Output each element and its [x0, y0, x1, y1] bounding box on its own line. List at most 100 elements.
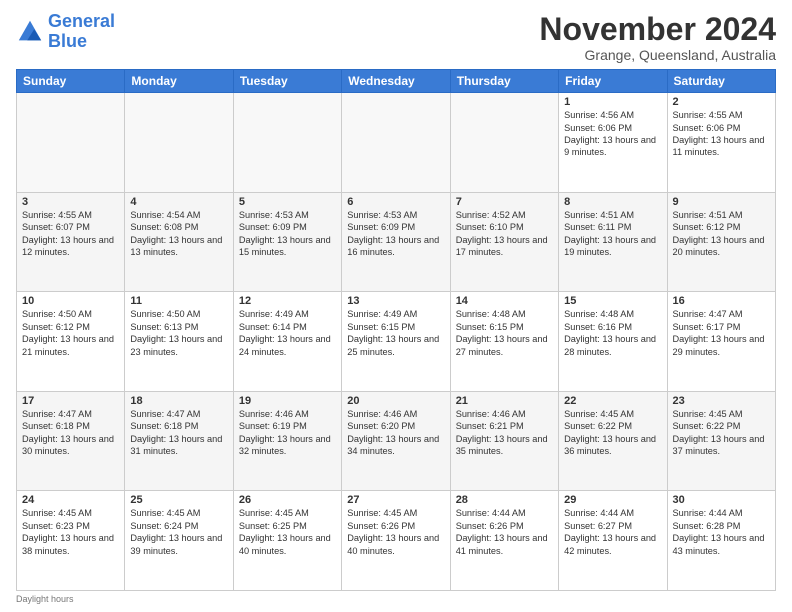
calendar-cell: 30 Sunrise: 4:44 AM Sunset: 6:28 PM Dayl… [667, 491, 775, 591]
sunrise: Sunrise: 4:50 AM [130, 309, 200, 319]
calendar-week-row: 10 Sunrise: 4:50 AM Sunset: 6:12 PM Dayl… [17, 292, 776, 392]
calendar-cell: 10 Sunrise: 4:50 AM Sunset: 6:12 PM Dayl… [17, 292, 125, 392]
day-number: 28 [456, 494, 553, 506]
day-info: Sunrise: 4:47 AM Sunset: 6:18 PM Dayligh… [130, 408, 227, 458]
daylight: Daylight: 13 hours and 37 minutes. [673, 434, 765, 456]
calendar-cell [233, 93, 341, 193]
sunrise: Sunrise: 4:50 AM [22, 309, 92, 319]
day-number: 29 [564, 494, 661, 506]
day-info: Sunrise: 4:52 AM Sunset: 6:10 PM Dayligh… [456, 209, 553, 259]
sunset: Sunset: 6:25 PM [239, 521, 307, 531]
sunrise: Sunrise: 4:53 AM [239, 210, 309, 220]
logo: General Blue [16, 12, 115, 52]
daylight: Daylight: 13 hours and 25 minutes. [347, 334, 439, 356]
daylight: Daylight: 13 hours and 39 minutes. [130, 533, 222, 555]
sunset: Sunset: 6:13 PM [130, 322, 198, 332]
calendar-cell [342, 93, 450, 193]
calendar-cell: 13 Sunrise: 4:49 AM Sunset: 6:15 PM Dayl… [342, 292, 450, 392]
calendar-cell: 21 Sunrise: 4:46 AM Sunset: 6:21 PM Dayl… [450, 391, 558, 491]
sunrise: Sunrise: 4:49 AM [347, 309, 417, 319]
sunrise: Sunrise: 4:44 AM [673, 508, 743, 518]
sunrise: Sunrise: 4:46 AM [456, 409, 526, 419]
daylight: Daylight: 13 hours and 35 minutes. [456, 434, 548, 456]
sunset: Sunset: 6:07 PM [22, 222, 90, 232]
sunrise: Sunrise: 4:49 AM [239, 309, 309, 319]
day-number: 16 [673, 295, 770, 307]
day-number: 13 [347, 295, 444, 307]
day-info: Sunrise: 4:44 AM Sunset: 6:28 PM Dayligh… [673, 507, 770, 557]
day-info: Sunrise: 4:44 AM Sunset: 6:26 PM Dayligh… [456, 507, 553, 557]
sunset: Sunset: 6:22 PM [673, 421, 741, 431]
calendar-table: Sunday Monday Tuesday Wednesday Thursday… [16, 69, 776, 591]
sunset: Sunset: 6:21 PM [456, 421, 524, 431]
sunset: Sunset: 6:20 PM [347, 421, 415, 431]
day-info: Sunrise: 4:45 AM Sunset: 6:22 PM Dayligh… [673, 408, 770, 458]
day-info: Sunrise: 4:44 AM Sunset: 6:27 PM Dayligh… [564, 507, 661, 557]
day-info: Sunrise: 4:54 AM Sunset: 6:08 PM Dayligh… [130, 209, 227, 259]
calendar-week-row: 1 Sunrise: 4:56 AM Sunset: 6:06 PM Dayli… [17, 93, 776, 193]
calendar-cell: 1 Sunrise: 4:56 AM Sunset: 6:06 PM Dayli… [559, 93, 667, 193]
sunrise: Sunrise: 4:51 AM [564, 210, 634, 220]
logo-icon [16, 18, 44, 46]
sunset: Sunset: 6:18 PM [130, 421, 198, 431]
sunset: Sunset: 6:08 PM [130, 222, 198, 232]
day-number: 14 [456, 295, 553, 307]
sunset: Sunset: 6:22 PM [564, 421, 632, 431]
sunset: Sunset: 6:24 PM [130, 521, 198, 531]
sunset: Sunset: 6:15 PM [456, 322, 524, 332]
calendar-cell: 11 Sunrise: 4:50 AM Sunset: 6:13 PM Dayl… [125, 292, 233, 392]
sunrise: Sunrise: 4:56 AM [564, 110, 634, 120]
calendar-header-row: Sunday Monday Tuesday Wednesday Thursday… [17, 70, 776, 93]
sunrise: Sunrise: 4:46 AM [239, 409, 309, 419]
daylight: Daylight: 13 hours and 40 minutes. [239, 533, 331, 555]
calendar-cell: 7 Sunrise: 4:52 AM Sunset: 6:10 PM Dayli… [450, 192, 558, 292]
daylight: Daylight: 13 hours and 20 minutes. [673, 235, 765, 257]
page: General Blue November 2024 Grange, Queen… [0, 0, 792, 612]
calendar-cell: 15 Sunrise: 4:48 AM Sunset: 6:16 PM Dayl… [559, 292, 667, 392]
daylight: Daylight: 13 hours and 16 minutes. [347, 235, 439, 257]
day-number: 11 [130, 295, 227, 307]
calendar-cell: 3 Sunrise: 4:55 AM Sunset: 6:07 PM Dayli… [17, 192, 125, 292]
day-number: 25 [130, 494, 227, 506]
calendar-cell: 4 Sunrise: 4:54 AM Sunset: 6:08 PM Dayli… [125, 192, 233, 292]
calendar-cell: 5 Sunrise: 4:53 AM Sunset: 6:09 PM Dayli… [233, 192, 341, 292]
sunset: Sunset: 6:18 PM [22, 421, 90, 431]
sunrise: Sunrise: 4:45 AM [673, 409, 743, 419]
calendar-cell: 6 Sunrise: 4:53 AM Sunset: 6:09 PM Dayli… [342, 192, 450, 292]
day-info: Sunrise: 4:48 AM Sunset: 6:16 PM Dayligh… [564, 308, 661, 358]
col-friday: Friday [559, 70, 667, 93]
sunset: Sunset: 6:06 PM [673, 123, 741, 133]
sunset: Sunset: 6:28 PM [673, 521, 741, 531]
day-info: Sunrise: 4:46 AM Sunset: 6:21 PM Dayligh… [456, 408, 553, 458]
sunset: Sunset: 6:19 PM [239, 421, 307, 431]
calendar-cell: 20 Sunrise: 4:46 AM Sunset: 6:20 PM Dayl… [342, 391, 450, 491]
day-info: Sunrise: 4:47 AM Sunset: 6:18 PM Dayligh… [22, 408, 119, 458]
main-title: November 2024 [539, 12, 776, 47]
day-info: Sunrise: 4:47 AM Sunset: 6:17 PM Dayligh… [673, 308, 770, 358]
day-info: Sunrise: 4:56 AM Sunset: 6:06 PM Dayligh… [564, 109, 661, 159]
calendar-cell: 18 Sunrise: 4:47 AM Sunset: 6:18 PM Dayl… [125, 391, 233, 491]
sunrise: Sunrise: 4:46 AM [347, 409, 417, 419]
logo-line1: General [48, 11, 115, 31]
daylight: Daylight: 13 hours and 11 minutes. [673, 135, 765, 157]
sunset: Sunset: 6:16 PM [564, 322, 632, 332]
day-info: Sunrise: 4:55 AM Sunset: 6:07 PM Dayligh… [22, 209, 119, 259]
calendar-cell: 22 Sunrise: 4:45 AM Sunset: 6:22 PM Dayl… [559, 391, 667, 491]
calendar-cell [125, 93, 233, 193]
day-number: 30 [673, 494, 770, 506]
sunrise: Sunrise: 4:54 AM [130, 210, 200, 220]
col-sunday: Sunday [17, 70, 125, 93]
sunrise: Sunrise: 4:45 AM [22, 508, 92, 518]
sunset: Sunset: 6:14 PM [239, 322, 307, 332]
daylight: Daylight: 13 hours and 28 minutes. [564, 334, 656, 356]
subtitle: Grange, Queensland, Australia [539, 47, 776, 63]
day-number: 26 [239, 494, 336, 506]
daylight: Daylight: 13 hours and 43 minutes. [673, 533, 765, 555]
day-number: 10 [22, 295, 119, 307]
calendar-cell: 9 Sunrise: 4:51 AM Sunset: 6:12 PM Dayli… [667, 192, 775, 292]
daylight: Daylight: 13 hours and 40 minutes. [347, 533, 439, 555]
calendar-cell: 24 Sunrise: 4:45 AM Sunset: 6:23 PM Dayl… [17, 491, 125, 591]
day-info: Sunrise: 4:53 AM Sunset: 6:09 PM Dayligh… [347, 209, 444, 259]
day-number: 20 [347, 395, 444, 407]
day-number: 24 [22, 494, 119, 506]
